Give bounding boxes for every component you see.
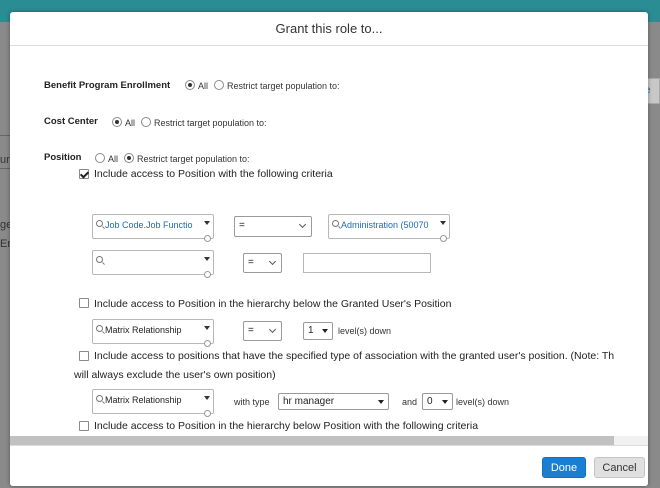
chevron-down-icon <box>440 221 446 225</box>
cost-center-all-label: All <box>125 118 136 128</box>
dialog-body: Benefit Program Enrollment All Restrict … <box>10 47 648 438</box>
dialog-title: Grant this role to... <box>10 12 648 46</box>
relationship-2-value: Matrix Relationship <box>105 395 182 405</box>
chevron-down-icon <box>378 400 384 404</box>
background-fragment: ur <box>0 154 10 166</box>
and-label: and <box>402 397 418 407</box>
levels-2-value: 0 <box>427 396 433 407</box>
operator-select[interactable]: = <box>234 216 312 237</box>
position-restrict-label: Restrict target population to: <box>137 154 250 164</box>
search-icon <box>96 395 103 402</box>
association-type-select[interactable]: hr manager <box>278 393 389 410</box>
criteria-1-checkbox[interactable] <box>79 169 89 179</box>
benefit-restrict-radio[interactable] <box>214 80 224 90</box>
position-restrict-radio[interactable] <box>124 153 134 163</box>
chevron-down-icon <box>204 326 210 330</box>
levels-suffix: level(s) down <box>338 326 392 336</box>
done-button[interactable]: Done <box>542 457 586 478</box>
horizontal-scrollbar-thumb[interactable] <box>10 436 614 445</box>
search-icon <box>96 325 103 332</box>
benefit-restrict-label: Restrict target population to: <box>227 81 340 91</box>
levels-suffix-2: level(s) down <box>456 397 510 407</box>
chevron-down-icon <box>268 325 277 334</box>
criteria-3-label-continued: will always exclude the user's own posit… <box>74 369 276 381</box>
info-icon <box>204 271 211 278</box>
info-icon <box>204 410 211 417</box>
levels-value: 1 <box>308 325 314 336</box>
cost-center-restrict-radio[interactable] <box>141 117 151 127</box>
info-icon <box>440 235 447 242</box>
chevron-down-icon <box>298 220 307 229</box>
position-all-radio[interactable] <box>95 153 105 163</box>
value-picker[interactable]: Administration (50070 <box>328 214 450 242</box>
levels-select[interactable]: 1 <box>303 322 333 340</box>
benefit-program-label: Benefit Program Enrollment <box>44 80 171 91</box>
criteria-1-label: Include access to Position with the foll… <box>94 168 333 180</box>
grant-role-dialog: Grant this role to... Benefit Program En… <box>10 12 648 486</box>
info-icon <box>204 235 211 242</box>
operator-3-value: = <box>248 325 254 336</box>
operator-value: = <box>239 220 245 231</box>
position-all-label: All <box>108 154 119 164</box>
value-picker-value: Administration (50070 <box>341 220 429 230</box>
criteria-2-checkbox[interactable] <box>79 298 89 308</box>
dialog-footer: Done Cancel <box>10 445 648 486</box>
criteria-4-label: Include access to Position in the hierar… <box>94 420 479 432</box>
criteria-3-label: Include access to positions that have th… <box>94 350 615 362</box>
benefit-all-radio[interactable] <box>185 80 195 90</box>
chevron-down-icon <box>204 257 210 261</box>
cost-center-restrict-label: Restrict target population to: <box>154 118 267 128</box>
search-icon <box>96 220 103 227</box>
operator-select-3[interactable]: = <box>243 321 282 341</box>
background-divider <box>0 135 10 136</box>
criteria-3-checkbox[interactable] <box>79 351 89 361</box>
cancel-button[interactable]: Cancel <box>594 457 645 478</box>
chevron-down-icon <box>204 396 210 400</box>
association-type-value: hr manager <box>283 396 335 407</box>
position-label: Position <box>44 152 82 163</box>
chevron-down-icon <box>322 329 328 333</box>
cost-center-label: Cost Center <box>44 116 98 127</box>
operator-2-value: = <box>248 257 254 268</box>
chevron-down-icon <box>442 400 448 404</box>
levels-select-2[interactable]: 0 <box>422 393 453 410</box>
job-field-value: Job Code.Job Functio <box>105 220 193 230</box>
field-picker-2[interactable] <box>92 250 214 278</box>
chevron-down-icon <box>268 257 277 266</box>
with-type-label: with type <box>234 397 270 407</box>
criteria-2-label: Include access to Position in the hierar… <box>94 298 452 310</box>
value-input-2[interactable] <box>303 253 431 273</box>
relationship-value: Matrix Relationship <box>105 325 182 335</box>
criteria-4-checkbox[interactable] <box>79 421 89 431</box>
search-icon <box>332 220 339 227</box>
search-icon <box>96 256 103 263</box>
horizontal-scrollbar-track[interactable] <box>614 436 648 445</box>
chevron-down-icon <box>204 221 210 225</box>
relationship-picker-2[interactable]: Matrix Relationship <box>92 389 214 417</box>
info-icon <box>204 340 211 347</box>
job-field-picker[interactable]: Job Code.Job Functio <box>92 214 214 242</box>
relationship-picker[interactable]: Matrix Relationship <box>92 319 214 347</box>
background-divider <box>0 168 10 169</box>
benefit-all-label: All <box>198 81 209 91</box>
cost-center-all-radio[interactable] <box>112 117 122 127</box>
operator-select-2[interactable]: = <box>243 253 282 273</box>
